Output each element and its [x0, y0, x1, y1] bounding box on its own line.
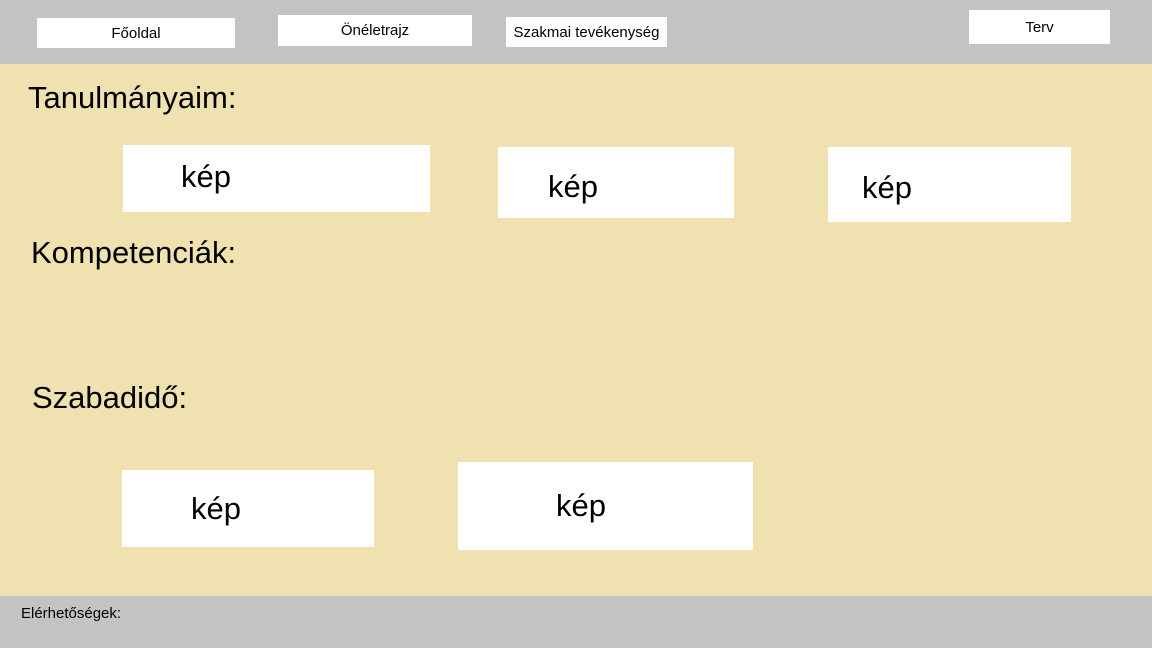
nav-button-professional-activity[interactable]: Szakmai tevékenység — [506, 17, 667, 47]
top-navigation-bar: Főoldal Önéletrajz Szakmai tevékenység T… — [0, 0, 1152, 64]
contacts-label: Elérhetőségek: — [21, 605, 122, 622]
image-placeholder-label: kép — [862, 170, 912, 205]
studies-image-placeholder-1: kép — [123, 145, 430, 212]
image-placeholder-label: kép — [548, 169, 598, 204]
image-placeholder-label: kép — [191, 491, 241, 526]
leisure-heading: Szabadidő: — [32, 380, 188, 415]
nav-button-home[interactable]: Főoldal — [37, 18, 235, 48]
studies-image-placeholder-3: kép — [828, 147, 1071, 222]
nav-button-cv[interactable]: Önéletrajz — [278, 15, 472, 46]
main-content: Tanulmányaim: kép kép kép Kompetenciák: … — [0, 64, 1152, 596]
competencies-heading: Kompetenciák: — [31, 235, 237, 270]
leisure-image-placeholder-2: kép — [458, 462, 753, 550]
image-placeholder-label: kép — [181, 159, 231, 194]
footer: Elérhetőségek: — [0, 596, 1152, 648]
leisure-image-placeholder-1: kép — [122, 470, 374, 547]
nav-button-plan[interactable]: Terv — [969, 10, 1110, 44]
studies-image-placeholder-2: kép — [498, 147, 734, 218]
image-placeholder-label: kép — [556, 488, 606, 523]
studies-heading: Tanulmányaim: — [28, 80, 237, 115]
